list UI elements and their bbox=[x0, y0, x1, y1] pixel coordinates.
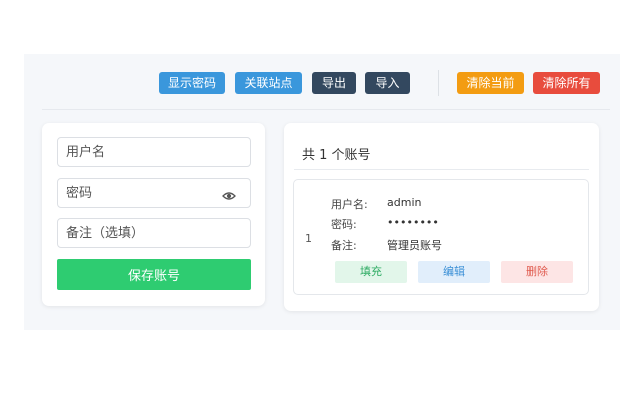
eye-icon[interactable] bbox=[222, 187, 236, 200]
account-item: 1 用户名: admin 密码: •••••••• 备注: 管理员账号 填充 编… bbox=[293, 179, 589, 295]
toolbar: 显示密码 关联站点 导出 导入 清除当前 清除所有 bbox=[24, 54, 620, 109]
clear-all-button[interactable]: 清除所有 bbox=[533, 72, 600, 94]
note-input[interactable] bbox=[58, 219, 216, 247]
import-button[interactable]: 导入 bbox=[365, 72, 410, 94]
list-divider bbox=[294, 169, 589, 170]
username-input[interactable] bbox=[58, 138, 216, 166]
password-input[interactable] bbox=[58, 179, 216, 207]
fill-button[interactable]: 填充 bbox=[335, 261, 407, 283]
delete-button[interactable]: 删除 bbox=[501, 261, 573, 283]
export-button[interactable]: 导出 bbox=[312, 72, 356, 94]
password-manager-panel: 显示密码 关联站点 导出 导入 清除当前 清除所有 保存账号 共 1 个账号 bbox=[24, 54, 620, 330]
show-password-button[interactable]: 显示密码 bbox=[159, 72, 225, 94]
account-count: 共 1 个账号 bbox=[302, 148, 371, 163]
username-field bbox=[57, 137, 251, 167]
username-label: 用户名: bbox=[331, 198, 368, 211]
note-field bbox=[57, 218, 251, 248]
link-site-button[interactable]: 关联站点 bbox=[235, 72, 302, 94]
clear-current-button[interactable]: 清除当前 bbox=[457, 72, 524, 94]
username-value: admin bbox=[387, 196, 422, 209]
account-form-card: 保存账号 bbox=[42, 123, 265, 306]
account-index: 1 bbox=[305, 232, 312, 245]
toolbar-divider bbox=[438, 70, 439, 96]
save-account-button[interactable]: 保存账号 bbox=[57, 259, 251, 290]
toolbar-separator bbox=[42, 109, 610, 110]
note-value: 管理员账号 bbox=[387, 239, 442, 252]
password-field bbox=[57, 178, 251, 208]
password-value: •••••••• bbox=[387, 216, 439, 229]
edit-button[interactable]: 编辑 bbox=[418, 261, 490, 283]
note-label: 备注: bbox=[331, 239, 357, 252]
account-list-card: 共 1 个账号 1 用户名: admin 密码: •••••••• 备注: 管理… bbox=[284, 123, 599, 311]
password-label: 密码: bbox=[331, 218, 357, 231]
